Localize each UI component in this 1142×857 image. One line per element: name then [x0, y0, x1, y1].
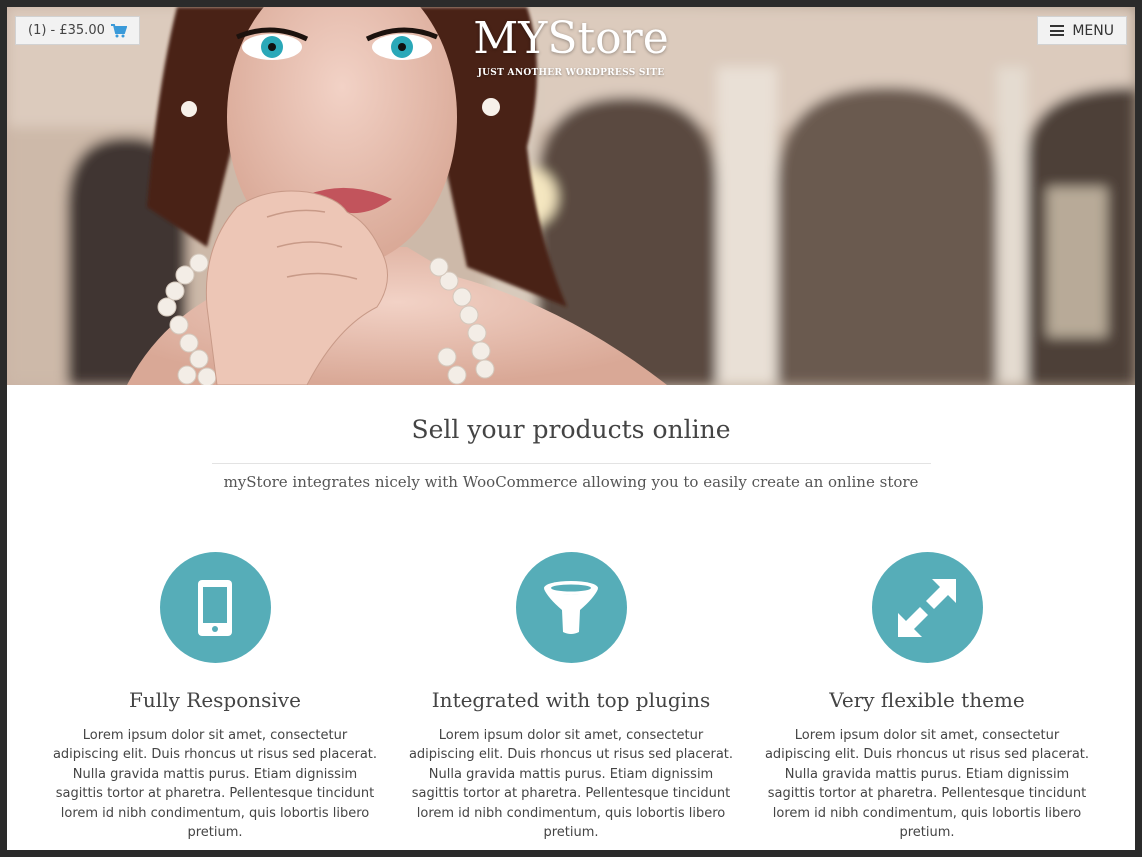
feature-title: Very flexible theme — [829, 688, 1025, 712]
funnel-icon — [544, 580, 598, 634]
intro-divider — [212, 463, 931, 464]
feature-text: Lorem ipsum dolor sit amet, consectetur … — [52, 728, 378, 841]
feature-flexible-theme: Very flexible theme Lorem ipsum dolor si… — [757, 552, 1097, 842]
mobile-phone-icon — [198, 579, 232, 636]
menu-button[interactable]: MENU — [1037, 16, 1127, 45]
hero-banner: (1) - £35.00 MYStore JUST ANOTHER WORDPR… — [7, 7, 1135, 385]
intro-title: Sell your products online — [411, 415, 731, 444]
feature-integrated-plugins: Integrated with top plugins Lorem ipsum … — [401, 552, 741, 842]
site-title[interactable]: MYStore — [7, 13, 1135, 65]
hamburger-icon — [1050, 25, 1065, 36]
feature-title: Fully Responsive — [129, 688, 301, 712]
menu-label: MENU — [1072, 22, 1114, 39]
feature-text: Lorem ipsum dolor sit amet, consectetur … — [764, 728, 1090, 841]
feature-icon-circle — [515, 552, 627, 663]
site-tagline: JUST ANOTHER WORDPRESS SITE — [477, 68, 665, 78]
feature-icon-circle — [159, 552, 271, 663]
page-frame: (1) - £35.00 MYStore JUST ANOTHER WORDPR… — [7, 7, 1135, 850]
feature-icon-circle — [871, 552, 983, 663]
feature-fully-responsive: Fully Responsive Lorem ipsum dolor sit a… — [45, 552, 385, 842]
intro-subtitle: myStore integrates nicely with WooCommer… — [223, 473, 919, 491]
feature-title: Integrated with top plugins — [431, 688, 711, 712]
expand-arrows-icon — [898, 578, 956, 637]
feature-text: Lorem ipsum dolor sit amet, consectetur … — [408, 728, 734, 841]
